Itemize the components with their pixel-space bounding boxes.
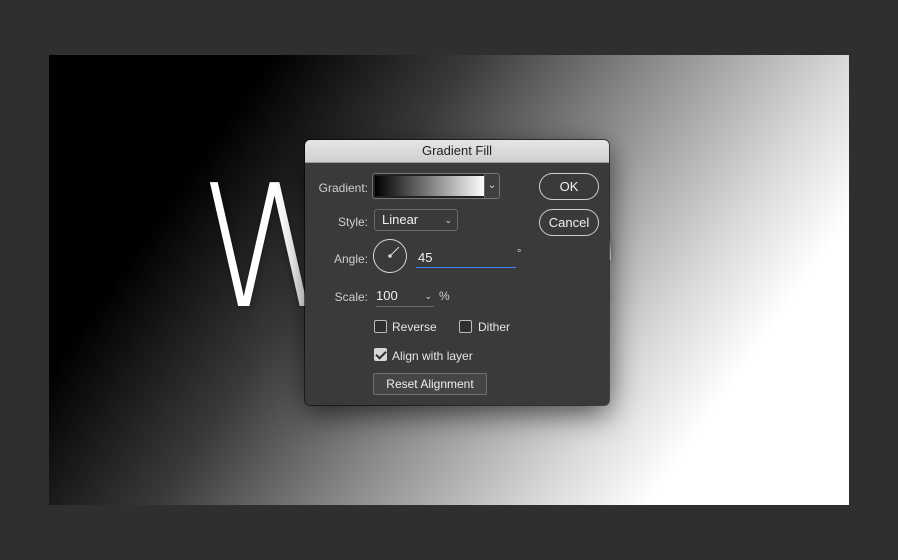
dither-label[interactable]: Dither (478, 320, 510, 334)
cancel-button[interactable]: Cancel (539, 209, 599, 236)
gradient-fill-dialog: Gradient Fill Gradient: ⌄ Style: Linear … (305, 140, 609, 405)
scale-label: Scale: (334, 290, 368, 304)
reset-alignment-button[interactable]: Reset Alignment (373, 373, 487, 395)
style-select[interactable]: Linear ⌄ (374, 209, 458, 231)
style-value: Linear (382, 212, 419, 227)
scale-value: 100 (376, 288, 398, 303)
chevron-down-icon[interactable]: ⌄ (424, 288, 432, 304)
angle-input[interactable] (416, 247, 516, 268)
degree-symbol: ° (517, 248, 522, 260)
gradient-label: Gradient: (318, 181, 368, 195)
percent-symbol: % (439, 289, 450, 303)
dialog-title: Gradient Fill (305, 140, 609, 163)
angle-label: Angle: (333, 252, 368, 266)
scale-combobox[interactable]: 100 ⌄ (376, 288, 434, 307)
reverse-label[interactable]: Reverse (392, 320, 437, 334)
reverse-checkbox[interactable] (374, 320, 387, 333)
ok-button[interactable]: OK (539, 173, 599, 200)
align-with-layer-checkbox[interactable] (374, 348, 387, 361)
chevron-down-icon[interactable]: ⌄ (484, 174, 499, 198)
style-label: Style: (337, 215, 368, 229)
angle-dial-icon[interactable] (373, 239, 407, 273)
gradient-swatch[interactable] (375, 176, 485, 196)
align-with-layer-label[interactable]: Align with layer (392, 349, 473, 363)
chevron-down-icon: ⌄ (444, 215, 452, 225)
gradient-picker[interactable]: ⌄ (372, 173, 500, 199)
dither-checkbox[interactable] (459, 320, 472, 333)
